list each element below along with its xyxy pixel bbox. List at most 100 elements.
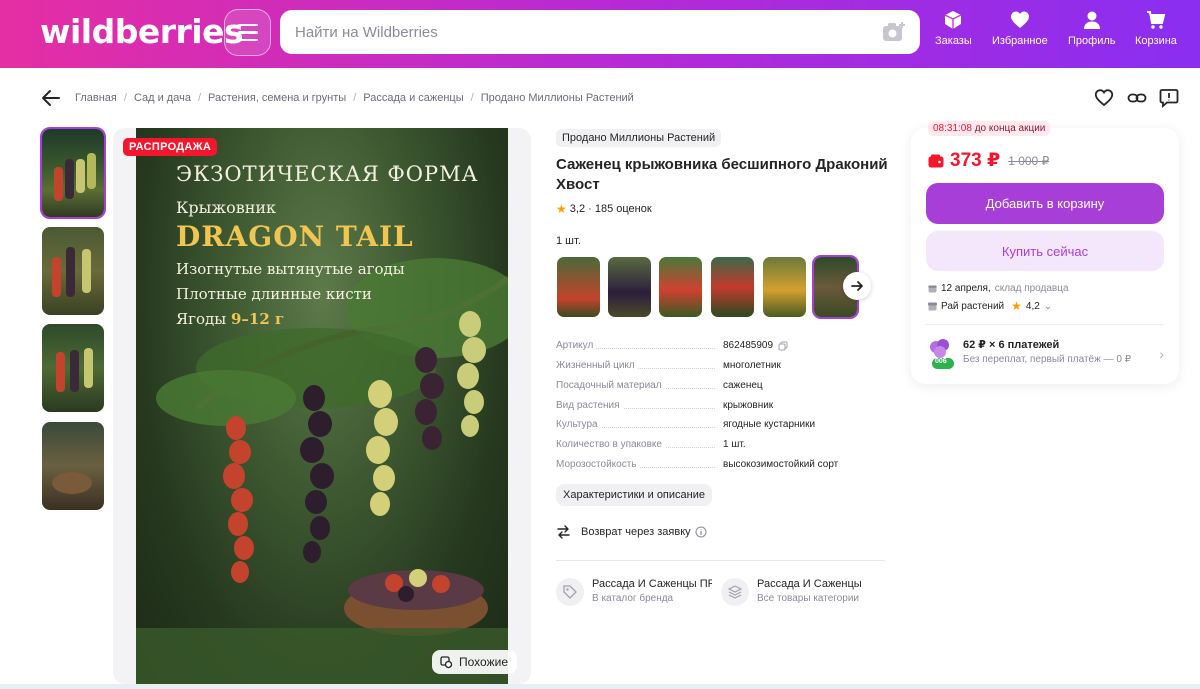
nav-orders-label: Заказы	[935, 35, 972, 47]
spec-value: саженец	[723, 380, 763, 391]
return-label: Возврат через заявку	[581, 526, 691, 538]
promo-timer: 08:31:08 до конца акции	[928, 121, 1051, 136]
image-feature-weight: 9–12 г	[230, 310, 285, 328]
buy-now-button[interactable]: Купить сейчас	[926, 231, 1164, 271]
breadcrumb-link[interactable]: Главная	[75, 92, 117, 104]
logo[interactable]: wildberries	[40, 12, 244, 51]
share-link-button[interactable]	[1127, 88, 1147, 108]
gallery-thumb[interactable]	[42, 422, 104, 510]
brand-catalog-link[interactable]: Рассада И Саженцы ПРО В каталог бренда	[556, 578, 712, 606]
star-icon: ★	[556, 202, 567, 216]
nav-favorites[interactable]: Избранное	[992, 10, 1048, 47]
similar-icon	[440, 655, 453, 668]
calendar-icon	[928, 285, 937, 293]
seller-name: Рай растений	[941, 300, 1005, 312]
product-title: Саженец крыжовника бесшипного Драконий Х…	[556, 156, 888, 193]
chevron-right-icon: ›	[1159, 346, 1164, 362]
heart-outline-icon	[1094, 89, 1114, 107]
report-button[interactable]	[1159, 88, 1179, 108]
back-arrow-icon[interactable]	[40, 88, 62, 108]
gallery-thumb[interactable]	[42, 227, 104, 315]
camera-search-icon[interactable]	[882, 21, 906, 43]
variant-thumb[interactable]	[711, 257, 754, 317]
favorite-button[interactable]	[1094, 88, 1114, 108]
breadcrumb-link[interactable]: Сад и дача	[134, 92, 191, 104]
price-row: 373 ₽ 1 000 ₽	[928, 149, 1049, 172]
cart-icon	[1146, 11, 1166, 29]
spec-value: многолетник	[723, 360, 781, 371]
breadcrumb-link[interactable]: Растения, семена и грунты	[208, 92, 346, 104]
add-to-cart-button[interactable]: Добавить в корзину	[926, 183, 1164, 224]
spec-key: Посадочный материал	[556, 380, 665, 391]
variant-thumb[interactable]	[557, 257, 600, 317]
delivery-date: 12 апреля,	[941, 283, 991, 294]
tag-icon	[556, 578, 584, 606]
return-arrows-icon	[557, 525, 570, 539]
gallery-thumb[interactable]	[42, 324, 104, 412]
info-icon[interactable]	[695, 526, 707, 538]
breadcrumb-link[interactable]: Продано Миллионы Растений	[481, 92, 634, 104]
shop-title: Рассада И Саженцы	[757, 578, 862, 590]
header: wildberries Заказы Избранное Профиль Кор…	[0, 0, 1200, 68]
category-link[interactable]: Рассада И Саженцы Все товары категории	[721, 578, 877, 606]
spec-value: 1 шт.	[723, 439, 746, 450]
menu-button[interactable]	[224, 9, 271, 56]
search-bar	[280, 10, 920, 54]
spec-row: Культура ягодные кустарники	[556, 419, 886, 430]
nav-profile[interactable]: Профиль	[1068, 10, 1116, 47]
buy-panel: 08:31:08 до конца акции 373 ₽ 1 000 ₽ До…	[911, 121, 1179, 384]
brand-chip[interactable]: Продано Миллионы Растений	[556, 129, 722, 147]
nav-cart[interactable]: Корзина	[1135, 10, 1177, 47]
breadcrumb: Главная / Сад и дача / Растения, семена и …	[75, 92, 634, 104]
seller-info[interactable]: Рай растений ★ 4,2 ⌄	[928, 299, 1052, 313]
divider	[926, 324, 1164, 325]
page-bottom-strip	[0, 684, 1200, 689]
chevron-down-icon: ⌄	[1043, 300, 1053, 312]
return-info[interactable]: Возврат через заявку	[556, 525, 707, 539]
divider	[556, 560, 885, 561]
gallery-thumb[interactable]	[40, 127, 106, 219]
search-input[interactable]	[280, 10, 840, 54]
nav-profile-label: Профиль	[1068, 35, 1116, 47]
nav-orders[interactable]: Заказы	[935, 10, 972, 47]
product-image[interactable]: ЭКЗОТИЧЕСКАЯ ФОРМА Крыжовник DRAGON TAIL…	[136, 128, 508, 684]
current-price: 373 ₽	[950, 150, 1001, 171]
link-icon	[1127, 93, 1147, 103]
delivery-source: склад продавца	[994, 283, 1069, 294]
feedback-icon	[1159, 89, 1179, 108]
shop-subtitle: В каталог бренда	[592, 593, 674, 604]
rating-summary[interactable]: ★ 3,2 · 185 оценок	[556, 202, 652, 216]
similar-button[interactable]: Похожие	[432, 650, 517, 674]
variant-thumb[interactable]	[608, 257, 651, 317]
shop-title: Рассада И Саженцы ПРО	[592, 578, 712, 590]
box-icon	[945, 11, 962, 29]
breadcrumb-link[interactable]: Рассада и саженцы	[363, 92, 463, 104]
sale-badge: РАСПРОДАЖА	[123, 138, 218, 156]
arrow-right-icon	[851, 281, 863, 291]
spec-row: Вид растения крыжовник	[556, 400, 886, 411]
variant-thumb[interactable]	[763, 257, 806, 317]
spec-value: ягодные кустарники	[723, 419, 816, 430]
spec-row: Посадочный материал саженец	[556, 380, 886, 391]
nav-cart-label: Корзина	[1135, 35, 1177, 47]
spec-key: Артикул	[556, 340, 597, 351]
image-headline: ЭКЗОТИЧЕСКАЯ ФОРМА	[176, 162, 479, 186]
image-subtitle: Крыжовник	[176, 198, 277, 217]
copy-icon[interactable]	[778, 341, 788, 351]
spec-key: Вид растения	[556, 400, 623, 411]
user-icon	[1083, 11, 1100, 29]
shop-icon	[928, 302, 937, 310]
star-icon: ★	[1011, 299, 1022, 313]
main-image-container: ЭКЗОТИЧЕСКАЯ ФОРМА Крыжовник DRAGON TAIL…	[113, 128, 531, 684]
image-feature-prefix: Ягоды	[176, 310, 231, 328]
variant-thumb[interactable]	[659, 257, 702, 317]
installment-offer[interactable]: 006 62 ₽ × 6 платежей Без переплат, перв…	[926, 336, 1164, 374]
variants-next-button[interactable]	[843, 272, 871, 300]
nav-favorites-label: Избранное	[992, 35, 1048, 47]
spec-key: Морозостойкость	[556, 459, 640, 470]
seller-rating: 4,2	[1025, 300, 1040, 312]
spec-row: Артикул 862485909	[556, 340, 886, 351]
characteristics-button[interactable]: Характеристики и описание	[556, 484, 712, 506]
spec-key: Количество в упаковке	[556, 439, 665, 450]
spec-key: Культура	[556, 419, 601, 430]
